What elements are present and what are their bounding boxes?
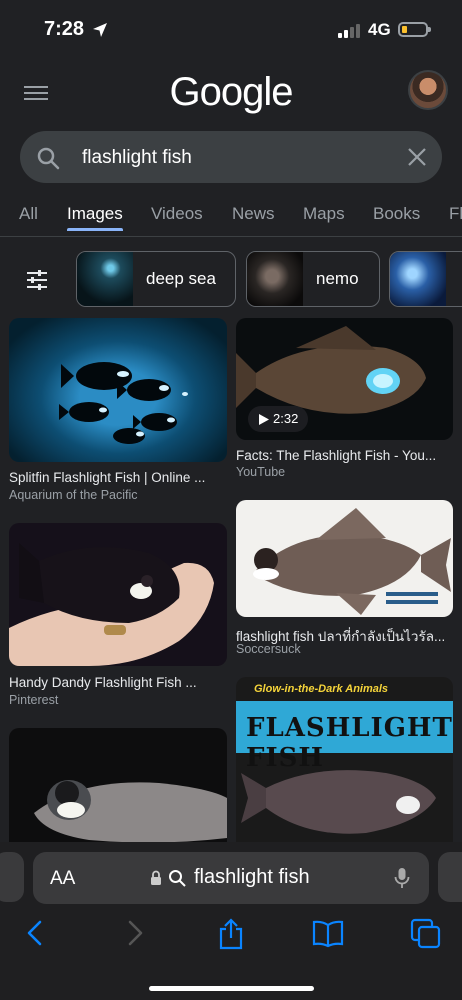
chip-thumbnail bbox=[77, 252, 133, 306]
address-text: flashlight fish bbox=[194, 866, 310, 888]
tab-more[interactable]: Fl bbox=[449, 204, 462, 224]
image-caption: Glow-in-the-Dark Animals bbox=[254, 683, 389, 695]
chip-label: deep sea bbox=[146, 269, 216, 288]
image-result[interactable]: Splitfin Flashlight Fish | Online ... Aq… bbox=[9, 318, 227, 508]
status-time: 7:28 bbox=[44, 18, 85, 40]
bookmarks-icon[interactable] bbox=[312, 918, 344, 948]
close-icon[interactable] bbox=[406, 146, 428, 168]
image-result[interactable]: Handy Dandy Flashlight Fish ... Pinteres… bbox=[9, 523, 227, 711]
result-source: YouTube bbox=[236, 465, 286, 479]
image-result[interactable] bbox=[9, 728, 227, 852]
lock-icon bbox=[151, 870, 161, 885]
network-type: 4G bbox=[368, 20, 391, 39]
home-indicator[interactable] bbox=[149, 986, 314, 991]
search-input[interactable] bbox=[80, 142, 384, 174]
result-image bbox=[236, 500, 453, 617]
result-title: Handy Dandy Flashlight Fish ... bbox=[9, 675, 197, 690]
battery-icon bbox=[398, 22, 431, 37]
google-logo[interactable]: Google bbox=[0, 70, 462, 115]
tab-books[interactable]: Books bbox=[373, 204, 420, 224]
tab-maps[interactable]: Maps bbox=[303, 204, 345, 224]
back-icon[interactable] bbox=[24, 918, 46, 948]
result-image bbox=[9, 728, 227, 852]
search-icon bbox=[37, 147, 60, 170]
tab-videos[interactable]: Videos bbox=[151, 204, 203, 224]
next-tab-peek[interactable] bbox=[438, 852, 462, 902]
forward-icon[interactable] bbox=[124, 918, 146, 948]
reader-aa-button[interactable]: AA bbox=[50, 868, 75, 890]
chip-label: nemo bbox=[316, 269, 359, 288]
video-duration-badge: 2:32 bbox=[248, 406, 308, 432]
tabs-icon[interactable] bbox=[410, 918, 442, 950]
image-result[interactable]: Glow-in-the-Dark Animals FLASHLIGHT FISH bbox=[236, 677, 453, 852]
video-duration: 2:32 bbox=[273, 411, 299, 426]
active-tab-indicator bbox=[67, 228, 123, 231]
tab-images[interactable]: Images bbox=[67, 204, 123, 224]
cellular-signal-icon bbox=[338, 24, 360, 38]
location-arrow-icon bbox=[93, 23, 107, 37]
share-icon[interactable] bbox=[216, 918, 246, 950]
chip-deep-sea[interactable]: deep sea bbox=[76, 251, 236, 307]
result-image bbox=[9, 523, 227, 666]
play-icon bbox=[259, 414, 269, 425]
video-result[interactable]: Facts: The Flashlight Fish - You... YouT… bbox=[236, 318, 453, 488]
result-image: Glow-in-the-Dark Animals FLASHLIGHT FISH bbox=[236, 677, 453, 852]
result-source: Soccersuck bbox=[236, 642, 301, 656]
chip-nemo[interactable]: nemo bbox=[246, 251, 380, 307]
result-title: Facts: The Flashlight Fish - You... bbox=[236, 448, 437, 463]
search-icon bbox=[169, 870, 186, 887]
avatar[interactable] bbox=[408, 70, 448, 110]
previous-tab-peek[interactable] bbox=[0, 852, 24, 902]
tab-news[interactable]: News bbox=[232, 204, 275, 224]
chip-thumbnail bbox=[390, 252, 446, 306]
result-title: Splitfin Flashlight Fish | Online ... bbox=[9, 470, 206, 485]
filter-settings-icon[interactable] bbox=[25, 268, 49, 292]
chip-thumbnail bbox=[247, 252, 303, 306]
result-source: Pinterest bbox=[9, 693, 59, 707]
result-source: Aquarium of the Pacific bbox=[9, 488, 138, 502]
microphone-icon[interactable] bbox=[394, 867, 410, 889]
tab-all[interactable]: All bbox=[19, 204, 38, 224]
chip-more[interactable] bbox=[389, 251, 462, 307]
image-result[interactable]: flashlight fish ปลาที่กำลังเป็นไวรัล... … bbox=[236, 500, 453, 665]
result-image bbox=[9, 318, 227, 462]
